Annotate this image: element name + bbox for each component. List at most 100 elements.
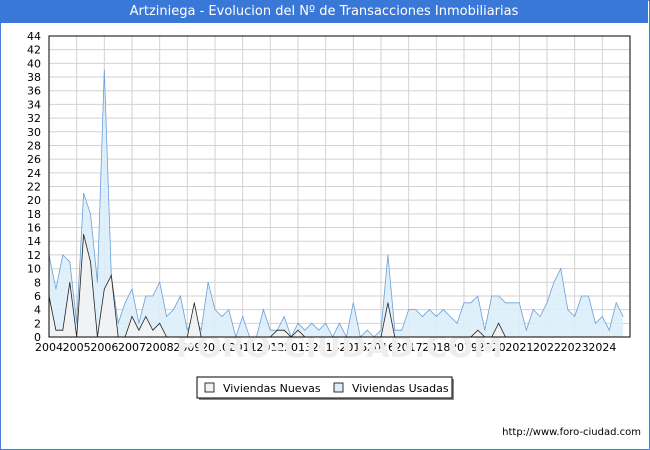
- data-point-viviendas-usadas: [283, 316, 285, 317]
- data-point-viviendas-usadas: [173, 309, 174, 310]
- data-point-viviendas-usadas: [297, 322, 299, 324]
- data-point-viviendas-usadas: [470, 302, 472, 304]
- data-point-viviendas-nuevas: [477, 329, 479, 331]
- x-tick-label: 2006: [90, 341, 118, 354]
- data-point-viviendas-usadas: [415, 309, 416, 310]
- legend-swatch-viviendas-usadas: [333, 382, 344, 393]
- data-point-viviendas-usadas: [449, 316, 451, 317]
- data-point-viviendas-usadas: [103, 69, 105, 71]
- y-tick-label: 42: [27, 44, 41, 57]
- data-point-viviendas-usadas: [166, 316, 168, 317]
- y-tick-label: 4: [34, 304, 41, 317]
- source-link[interactable]: http://www.foro-ciudad.com: [502, 427, 641, 438]
- data-point-viviendas-usadas: [269, 329, 271, 331]
- x-tick-label: 2022: [533, 341, 561, 354]
- data-point-viviendas-usadas: [477, 295, 479, 297]
- y-tick-label: 22: [27, 181, 41, 194]
- data-point-viviendas-usadas: [90, 213, 91, 215]
- y-tick-label: 10: [27, 263, 41, 276]
- y-tick-label: 36: [27, 85, 41, 98]
- data-point-viviendas-usadas: [62, 254, 64, 256]
- legend-label-viviendas-nuevas: Viviendas Nuevas: [223, 382, 321, 395]
- data-point-viviendas-usadas: [574, 316, 576, 317]
- data-point-viviendas-usadas: [615, 302, 617, 304]
- y-tick-label: 26: [27, 153, 41, 166]
- data-point-viviendas-usadas: [159, 281, 161, 283]
- data-point-viviendas-usadas: [581, 295, 582, 297]
- chart-canvas: 0246810121416182022242628303234363840424…: [27, 30, 631, 400]
- x-tick-label: 2024: [588, 341, 616, 354]
- data-point-viviendas-usadas: [442, 309, 444, 310]
- data-point-viviendas-usadas: [567, 309, 569, 310]
- data-point-viviendas-usadas: [622, 316, 624, 317]
- data-point-viviendas-usadas: [214, 309, 216, 310]
- data-point-viviendas-usadas: [186, 329, 188, 331]
- data-point-viviendas-usadas: [595, 322, 596, 324]
- data-point-viviendas-nuevas: [131, 316, 133, 317]
- data-point-viviendas-usadas: [560, 268, 562, 269]
- data-point-viviendas-usadas: [97, 281, 98, 283]
- data-point-viviendas-usadas: [124, 302, 126, 304]
- data-point-viviendas-usadas: [512, 302, 513, 304]
- data-point-viviendas-usadas: [318, 329, 320, 331]
- y-tick-label: 12: [27, 249, 41, 262]
- data-point-viviendas-nuevas: [110, 275, 112, 276]
- data-point-viviendas-nuevas: [297, 329, 299, 331]
- data-point-viviendas-usadas: [69, 261, 71, 263]
- data-point-viviendas-nuevas: [159, 322, 161, 324]
- data-point-viviendas-usadas: [366, 329, 368, 331]
- data-point-viviendas-usadas: [242, 316, 244, 317]
- legend-label-viviendas-usadas: Viviendas Usadas: [352, 382, 449, 395]
- data-point-viviendas-usadas: [387, 254, 389, 256]
- data-point-viviendas-usadas: [408, 309, 410, 310]
- data-point-viviendas-usadas: [311, 322, 313, 324]
- y-tick-label: 30: [27, 126, 41, 139]
- data-point-viviendas-nuevas: [498, 322, 499, 324]
- data-point-viviendas-usadas: [401, 329, 403, 331]
- data-point-viviendas-usadas: [83, 192, 84, 194]
- data-point-viviendas-usadas: [608, 329, 610, 331]
- y-tick-label: 28: [27, 139, 41, 152]
- y-tick-label: 16: [27, 222, 41, 235]
- data-point-viviendas-usadas: [601, 316, 603, 317]
- data-point-viviendas-usadas: [325, 322, 327, 324]
- data-point-viviendas-nuevas: [283, 329, 285, 331]
- data-point-viviendas-usadas: [221, 316, 223, 317]
- data-point-viviendas-usadas: [394, 329, 396, 331]
- data-point-viviendas-nuevas: [152, 329, 154, 331]
- data-point-viviendas-usadas: [76, 322, 78, 324]
- data-point-viviendas-usadas: [463, 302, 465, 304]
- data-point-viviendas-usadas: [588, 295, 589, 297]
- data-point-viviendas-usadas: [304, 329, 306, 331]
- data-point-viviendas-nuevas: [138, 329, 140, 331]
- data-point-viviendas-usadas: [228, 309, 230, 310]
- data-point-viviendas-usadas: [55, 288, 57, 290]
- data-point-viviendas-usadas: [263, 309, 264, 310]
- data-point-viviendas-nuevas: [69, 281, 71, 283]
- y-tick-label: 44: [27, 30, 41, 43]
- y-tick-label: 32: [27, 112, 41, 125]
- data-point-viviendas-usadas: [532, 309, 534, 310]
- x-tick-label: 2005: [63, 341, 91, 354]
- data-point-viviendas-usadas: [152, 295, 154, 297]
- data-point-viviendas-usadas: [145, 295, 147, 297]
- x-tick-label: 2007: [118, 341, 146, 354]
- data-point-viviendas-usadas: [180, 295, 181, 297]
- data-point-viviendas-usadas: [117, 322, 119, 324]
- data-point-viviendas-nuevas: [145, 316, 147, 317]
- data-point-viviendas-usadas: [380, 329, 382, 331]
- data-point-viviendas-usadas: [422, 316, 423, 317]
- data-point-viviendas-usadas: [491, 295, 493, 297]
- y-tick-label: 20: [27, 194, 41, 207]
- data-point-viviendas-nuevas: [387, 302, 389, 304]
- data-point-viviendas-nuevas: [83, 234, 84, 235]
- data-point-viviendas-usadas: [518, 302, 520, 304]
- data-point-viviendas-usadas: [484, 329, 486, 331]
- y-tick-label: 24: [27, 167, 41, 180]
- y-tick-label: 6: [34, 290, 41, 303]
- data-point-viviendas-usadas: [546, 302, 548, 304]
- x-tick-label: 2008: [146, 341, 174, 354]
- data-point-viviendas-usadas: [456, 322, 458, 324]
- data-point-viviendas-nuevas: [90, 261, 91, 263]
- data-point-viviendas-usadas: [138, 322, 140, 324]
